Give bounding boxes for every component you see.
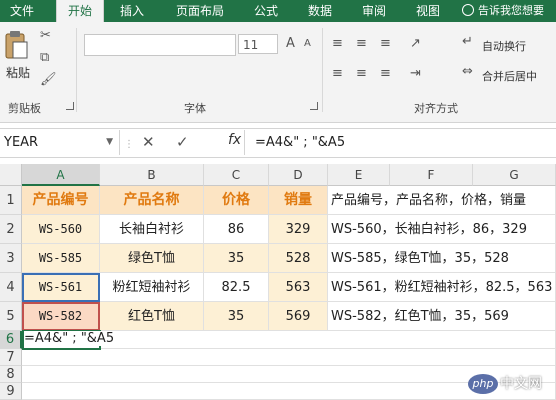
table-cell[interactable]: 红色T恤 [100,302,204,331]
align-center-icon[interactable]: ≡ [356,66,367,81]
merge-center-icon[interactable]: ⇔ [462,64,473,79]
row-header-1[interactable]: 1 [0,186,22,215]
table-cell[interactable]: WS-560 [22,215,100,244]
indent-icon[interactable]: ⇥ [410,66,421,81]
cell-edit-text[interactable]: =A4&" ; "&A5 [24,331,115,346]
table-cell[interactable]: 长袖白衬衫 [100,215,204,244]
align-top-icon[interactable]: ≡ [332,36,343,51]
tab-view[interactable]: 视图 [406,0,450,22]
reference-highlight-a4 [22,273,100,302]
table-cell[interactable]: 329 [269,215,328,244]
merge-center-button[interactable]: 合并后居中 [482,68,537,84]
table-header-cell[interactable]: 价格 [204,186,269,215]
wrap-text-button[interactable]: 自动换行 [482,38,526,54]
row-header-6[interactable]: 6 [0,331,22,349]
row-header-4[interactable]: 4 [0,273,22,302]
decrease-font-icon[interactable]: A [304,38,311,49]
select-all-corner[interactable] [0,164,22,186]
column-header-c[interactable]: C [204,164,269,186]
formula-bar: YEAR ▼ ⋮ ✕ ✓ fx =A4&" ; "&A5 [0,128,556,158]
align-right-icon[interactable]: ≡ [380,66,391,81]
column-header-g[interactable]: G [473,164,556,186]
format-painter-icon[interactable]: 🖌 [40,72,57,87]
tab-formulas[interactable]: 公式 [244,0,288,22]
table-cell[interactable]: 粉红短袖衬衫 [100,273,204,302]
result-cell[interactable]: WS-561，粉红短袖衬衫，82.5，563 [328,273,556,302]
font-size-box[interactable]: 11 [238,34,278,54]
table-cell[interactable]: WS-585 [22,244,100,273]
group-divider [76,28,77,112]
table-header-cell[interactable]: 销量 [269,186,328,215]
row-header-2[interactable]: 2 [0,215,22,244]
column-header-d[interactable]: D [269,164,328,186]
result-cell[interactable]: WS-560，长袖白衬衫，86，329 [328,215,556,244]
tab-review[interactable]: 审阅 [352,0,396,22]
increase-font-icon[interactable]: A [286,36,295,51]
row-header-9[interactable]: 9 [0,383,22,400]
align-middle-icon[interactable]: ≡ [356,36,367,51]
table-cell[interactable]: 563 [269,273,328,302]
alignment-group-label: 对齐方式 [414,102,458,115]
table-cell[interactable]: 35 [204,244,269,273]
column-header-a[interactable]: A [22,164,100,186]
group-divider [322,28,323,112]
more-icon: ⋮ [124,139,134,150]
paste-icon[interactable] [4,30,30,60]
column-header-f[interactable]: F [390,164,473,186]
ribbon-tab-bar: 文件 开始 插入 页面布局 公式 数据 审阅 视图 告诉我您想要 [0,0,556,23]
table-cell[interactable]: 绿色T恤 [100,244,204,273]
tab-home[interactable]: 开始 [56,0,104,23]
font-launcher-icon[interactable] [310,102,318,110]
result-cell[interactable]: 产品编号，产品名称，价格，销量 [328,186,556,215]
column-header-b[interactable]: B [100,164,204,186]
tell-me-text: 告诉我您想要 [478,4,544,17]
row-header-5[interactable]: 5 [0,302,22,331]
row-header-8[interactable]: 8 [0,366,22,383]
column-header-e[interactable]: E [328,164,390,186]
table-cell[interactable]: 35 [204,302,269,331]
font-format-row [84,60,304,78]
clipboard-launcher-icon[interactable] [66,102,74,110]
tab-page-layout[interactable]: 页面布局 [166,0,234,22]
reference-highlight-a5 [22,302,100,331]
lightbulb-icon [462,4,474,16]
empty-row[interactable] [22,349,556,366]
font-group-label: 字体 [184,102,206,115]
copy-icon[interactable]: ⧉ [40,50,49,65]
font-name-box[interactable] [84,34,236,56]
enter-icon[interactable]: ✓ [176,133,189,151]
result-cell[interactable]: WS-585，绿色T恤，35，528 [328,244,556,273]
table-cell[interactable]: 86 [204,215,269,244]
cut-icon[interactable]: ✂ [40,28,51,43]
formula-input[interactable]: =A4&" ; "&A5 [244,130,556,155]
watermark-logo: php 中文网 [468,374,554,396]
table-header-cell[interactable]: 产品编号 [22,186,100,215]
row-header-7[interactable]: 7 [0,349,22,366]
name-box-value: YEAR [4,135,39,150]
watermark-badge: php [468,374,498,394]
watermark-site: 中文网 [500,376,542,392]
paste-button-label[interactable]: 粘贴 [6,64,30,81]
cancel-icon[interactable]: ✕ [142,133,155,151]
tab-file[interactable]: 文件 [0,0,44,22]
table-cell[interactable]: 82.5 [204,273,269,302]
name-box[interactable]: YEAR ▼ [0,130,120,155]
wrap-text-icon[interactable]: ↵ [462,34,473,49]
row-header-3[interactable]: 3 [0,244,22,273]
table-header-cell[interactable]: 产品名称 [100,186,204,215]
tab-data[interactable]: 数据 [298,0,342,22]
align-left-icon[interactable]: ≡ [332,66,343,81]
table-cell[interactable]: 569 [269,302,328,331]
result-cell[interactable]: WS-582，红色T恤，35，569 [328,302,556,331]
insert-function-icon[interactable]: fx [228,132,241,148]
clipboard-group-label: 剪贴板 [8,102,41,115]
tab-insert[interactable]: 插入 [110,0,154,22]
chevron-down-icon[interactable]: ▼ [106,130,113,155]
worksheet-grid: A B C D E F G 1 2 3 4 5 6 7 8 9 产品编号 产品名… [0,164,556,400]
tell-me-search[interactable]: 告诉我您想要 [462,0,544,22]
orientation-icon[interactable]: ↗ [410,36,421,51]
ribbon-home: 粘贴 ✂ ⧉ 🖌 剪贴板 11 A A 字体 ≡ ≡ ≡ ↗ ≡ ≡ ≡ ⇥ ↵… [0,22,556,123]
table-cell[interactable]: 528 [269,244,328,273]
align-bottom-icon[interactable]: ≡ [380,36,391,51]
